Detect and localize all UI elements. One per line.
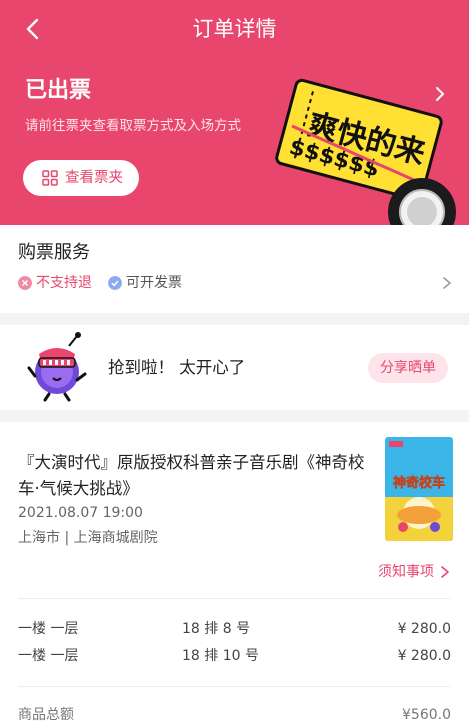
ticket-area: 一楼 一层 xyxy=(18,621,79,637)
check-circle-icon xyxy=(108,276,122,290)
chevron-right-icon[interactable] xyxy=(441,275,453,291)
ticket-price: ¥ 280.0 xyxy=(397,648,451,664)
ticket-seat: 18 排 10 号 xyxy=(182,648,259,664)
view-ticket-folder-label: 查看票夹 xyxy=(65,170,123,186)
divider xyxy=(18,598,451,599)
poster-title: 神奇校车 xyxy=(393,475,445,491)
subtotal-row: 商品总额 ¥560.0 xyxy=(18,704,451,726)
notice-label: 须知事项 xyxy=(378,564,434,580)
qr-grid-icon xyxy=(42,170,58,186)
ticket-area: 一楼 一层 xyxy=(18,648,79,664)
show-venue: 上海市 | 上海商城剧院 xyxy=(18,530,158,546)
page-title: 订单详情 xyxy=(192,17,277,41)
purchase-service-card[interactable] xyxy=(0,225,469,313)
mascot-icon xyxy=(27,332,87,402)
promo-ticket-sticker: 爽快的来 $$$$$$ xyxy=(275,78,456,243)
divider xyxy=(18,686,451,687)
ticket-row: 一楼 一层 18 排 8 号 ¥ 280.0 xyxy=(18,618,451,640)
invoice-available-badge: 可开发票 xyxy=(108,273,182,293)
show-title[interactable]: 『大演时代』原版授权科普亲子音乐剧《神奇校车·气候大挑战》 xyxy=(18,450,374,502)
show-datetime: 2021.08.07 19:00 xyxy=(18,505,143,521)
x-circle-icon xyxy=(18,276,32,290)
view-ticket-folder-button[interactable]: 查看票夹 xyxy=(23,160,139,196)
chevron-right-icon xyxy=(441,566,449,578)
share-order-button[interactable]: 分享晒单 xyxy=(368,353,448,383)
share-message: 抢到啦！ 太开心了 xyxy=(108,358,246,377)
notice-link[interactable]: 须知事项 xyxy=(378,562,450,582)
ticket-status-subtitle: 请前往票夹查看取票方式及入场方式 xyxy=(25,118,241,134)
no-refund-badge: 不支持退 xyxy=(18,273,92,293)
ticket-row: 一楼 一层 18 排 10 号 ¥ 280.0 xyxy=(18,645,451,667)
ticket-seat: 18 排 8 号 xyxy=(182,621,251,637)
show-poster-image[interactable]: 神奇校车 xyxy=(385,437,453,541)
ticket-price: ¥ 280.0 xyxy=(397,621,451,637)
subtotal-value: ¥560.0 xyxy=(402,707,451,723)
subtotal-label: 商品总额 xyxy=(18,707,74,723)
no-refund-label: 不支持退 xyxy=(36,275,92,291)
purchase-service-title: 购票服务 xyxy=(18,242,90,263)
ticket-status-title: 已出票 xyxy=(25,78,92,103)
invoice-available-label: 可开发票 xyxy=(126,275,182,291)
